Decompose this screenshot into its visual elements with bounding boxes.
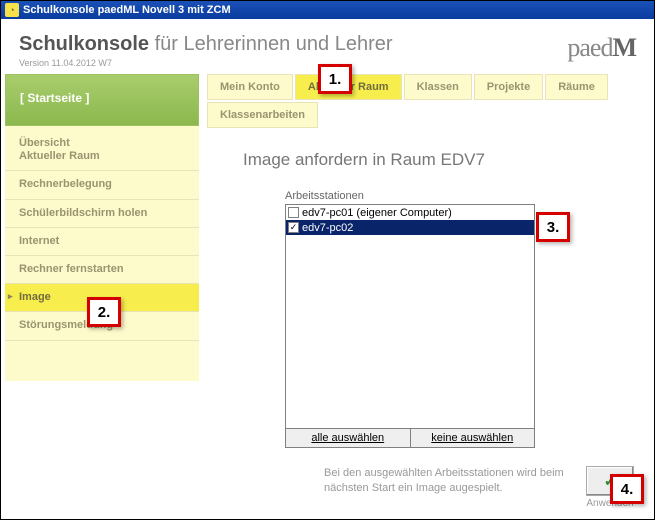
select-all-button[interactable]: alle auswählen [285, 428, 411, 448]
workstations-listbox[interactable]: edv7-pc01 (eigener Computer) ✓ edv7-pc02 [285, 204, 535, 429]
footer-hint: Bei den ausgewählten Arbeitsstationen wi… [324, 466, 574, 496]
sidebar-item-internet[interactable]: Internet [5, 228, 199, 256]
tab-klassen[interactable]: Klassen [404, 74, 472, 100]
list-item[interactable]: ✓ edv7-pc02 [286, 220, 534, 235]
callout-4: 4. [610, 474, 644, 504]
sidebar: ÜbersichtAktueller Raum Rechnerbelegung … [5, 126, 199, 381]
callout-2: 2. [87, 297, 121, 327]
tab-raeume[interactable]: Räume [545, 74, 608, 100]
window-titlebar: ◔ Schulkonsole paedML Novell 3 mit ZCM [1, 1, 654, 19]
brand-logo: paedM [567, 33, 636, 68]
list-item-label: edv7-pc01 (eigener Computer) [302, 207, 452, 219]
checkbox-icon[interactable] [288, 207, 299, 218]
sidebar-item-schuelerbildschirm[interactable]: Schülerbildschirm holen [5, 200, 199, 228]
tab-projekte[interactable]: Projekte [474, 74, 543, 100]
list-item[interactable]: edv7-pc01 (eigener Computer) [286, 205, 534, 220]
sidebar-item-rechnerbelegung[interactable]: Rechnerbelegung [5, 171, 199, 199]
startseite-button[interactable]: [ Startseite ] [5, 74, 199, 126]
callout-1: 1. [318, 64, 352, 94]
window-title: Schulkonsole paedML Novell 3 mit ZCM [23, 4, 231, 16]
select-none-button[interactable]: keine auswählen [411, 428, 536, 448]
checkbox-icon[interactable]: ✓ [288, 222, 299, 233]
app-icon: ◔ [5, 3, 19, 17]
sidebar-item-uebersicht[interactable]: ÜbersichtAktueller Raum [5, 130, 199, 171]
sidebar-item-fernstarten[interactable]: Rechner fernstarten [5, 256, 199, 284]
app-title: Schulkonsole für Lehrerinnen und Lehrer [19, 33, 393, 56]
workstations-label: Arbeitsstationen [285, 190, 640, 202]
tab-klassenarbeiten[interactable]: Klassenarbeiten [207, 102, 318, 128]
tab-mein-konto[interactable]: Mein Konto [207, 74, 293, 100]
active-arrow-icon: ▸ [8, 291, 13, 302]
callout-3: 3. [536, 212, 570, 242]
list-item-label: edv7-pc02 [302, 222, 353, 234]
page-heading: Image anfordern in Raum EDV7 [243, 150, 640, 170]
